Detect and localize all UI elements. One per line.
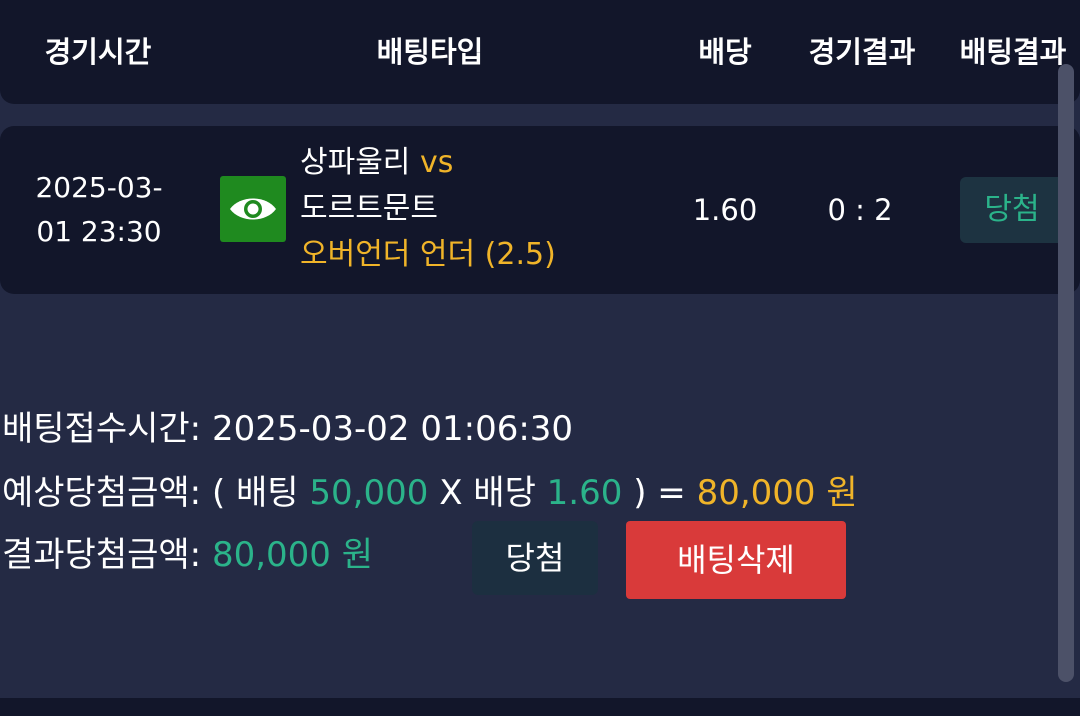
win-status-button[interactable]: 당첨 <box>472 521 598 595</box>
away-team: 도르트문트 <box>300 191 438 226</box>
bet-row: 2025-03- 01 23:30 상파울리 vs 도르트문트 오버언더 언더 … <box>0 126 1080 294</box>
bottom-bar <box>0 698 1080 716</box>
delete-bet-button[interactable]: 배팅삭제 <box>626 521 846 599</box>
header-odds: 배당 <box>698 35 752 69</box>
bet-amount: 50,000 <box>309 473 429 513</box>
match-teams-line: 상파울리 vs <box>300 140 640 186</box>
match-info: 상파울리 vs 도르트문트 오버언더 언더 (2.5) <box>300 140 640 278</box>
score-value: 0 : 2 <box>827 193 893 227</box>
result-label: 결과당첨금액: <box>2 535 202 575</box>
odds-word: 배당 <box>473 473 536 513</box>
received-value: 2025-03-02 01:06:30 <box>211 409 574 449</box>
bet-history-page: 경기시간 배팅타입 배당 경기결과 배팅결과 2025-03- 01 23:30… <box>0 0 1080 716</box>
match-time: 2025-03- 01 23:30 <box>24 166 174 254</box>
expected-label: 예상당첨금액: <box>2 473 202 513</box>
odds-value: 1.60 <box>692 193 758 227</box>
received-time-line: 배팅접수시간: 2025-03-02 01:06:30 <box>2 406 573 452</box>
header-game-time: 경기시간 <box>44 35 152 69</box>
close-equals: ) = <box>633 473 686 513</box>
eye-icon[interactable] <box>220 176 286 242</box>
scrollbar[interactable] <box>1058 64 1074 682</box>
bet-word: 배팅 <box>236 473 299 513</box>
table-header: 경기시간 배팅타입 배당 경기결과 배팅결과 <box>0 0 1080 104</box>
expected-amount-line: 예상당첨금액: ( 배팅 50,000 X 배당 1.60 ) = 80,000… <box>2 470 858 516</box>
bet-selection: 오버언더 언더 (2.5) <box>300 237 556 272</box>
result-amount-line: 결과당첨금액: 80,000 원 <box>2 532 373 578</box>
header-game-result: 경기결과 <box>808 35 916 69</box>
match-clock: 01 23:30 <box>36 215 162 248</box>
expected-amount: 80,000 원 <box>696 473 858 513</box>
bet-result-badge: 당첨 <box>960 177 1064 243</box>
odds-amount: 1.60 <box>546 473 623 513</box>
times-sign: X <box>439 473 463 513</box>
vs-label: vs <box>419 145 454 180</box>
match-date: 2025-03- <box>35 171 163 204</box>
open-paren: ( <box>211 473 226 513</box>
home-team: 상파울리 <box>300 145 411 180</box>
result-amount: 80,000 원 <box>211 535 374 575</box>
header-bet-type: 배팅타입 <box>376 35 484 69</box>
received-label: 배팅접수시간: <box>2 409 202 449</box>
